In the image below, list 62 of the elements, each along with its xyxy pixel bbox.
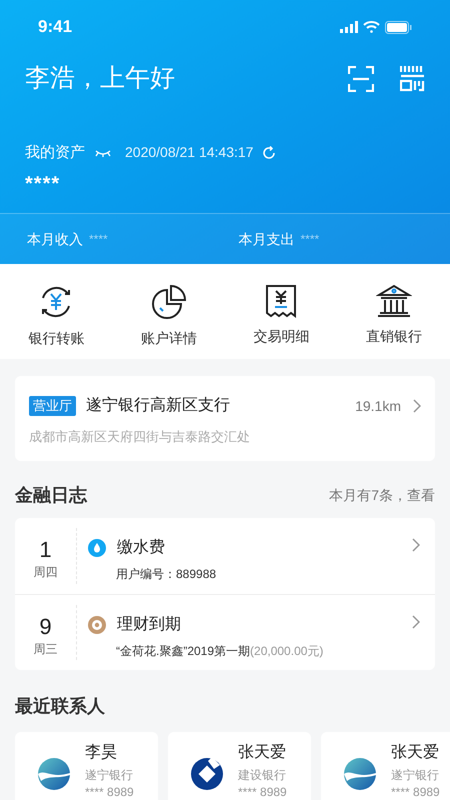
contact-card[interactable]: 李昊 遂宁银行 **** 8989 — [15, 732, 158, 800]
water-drop-icon — [88, 539, 106, 557]
contact-account: **** 8989 — [238, 784, 287, 800]
entry-detail: 用户编号：889988 — [116, 566, 216, 583]
chevron-right-icon — [412, 538, 420, 552]
battery-icon — [385, 20, 412, 34]
entry-day: 9 — [39, 614, 52, 640]
section-title: 金融日志 — [15, 484, 87, 506]
entry-title: 缴水费 — [117, 538, 165, 558]
branch-card[interactable]: 营业厅 遂宁银行高新区支行 19.1km 成都市高新区天府四街与吉泰路交汇处 — [15, 376, 435, 461]
branch-name: 遂宁银行高新区支行 — [86, 396, 230, 416]
closed-eye-icon[interactable] — [95, 148, 111, 158]
receipt-icon — [265, 284, 298, 318]
summary-value: **** — [300, 231, 320, 248]
entry-title: 理财到期 — [117, 614, 181, 635]
contact-name: 张天爱 — [391, 742, 440, 763]
contact-card[interactable]: 张天爱 遂宁银行 **** 8989 — [321, 732, 450, 800]
scan-icon[interactable] — [348, 66, 374, 92]
barcode-icon[interactable] — [400, 65, 425, 92]
greeting-title: 李浩，上午好 — [25, 63, 175, 94]
quick-action-button[interactable]: 交易明细 — [225, 264, 338, 359]
quick-action-button[interactable]: 银行转账 — [0, 264, 112, 359]
refresh-icon[interactable] — [262, 146, 276, 160]
signal-icon — [340, 21, 358, 33]
chevron-right-icon — [412, 615, 420, 629]
update-timestamp: 2020/08/21 14:43:17 — [125, 143, 254, 162]
contact-bank: 遂宁银行 — [85, 767, 134, 784]
branch-distance: 19.1km — [355, 396, 401, 416]
contact-card[interactable]: 张天爱 建设银行 **** 8989 — [168, 732, 311, 800]
contact-account: **** 8989 — [85, 784, 134, 800]
journal-entry[interactable]: 1 周四 缴水费 用户编号：889988 — [15, 518, 435, 594]
contact-account: **** 8989 — [391, 784, 440, 800]
bank-logo-icon — [190, 757, 224, 791]
branch-address: 成都市高新区天府四街与吉泰路交汇处 — [29, 428, 251, 446]
contact-name: 张天爱 — [238, 742, 287, 763]
journal-view-link[interactable]: 本月有7条，查看 — [329, 484, 435, 506]
journal-entry[interactable]: 9 周三 理财到期 “金荷花.聚鑫”2019第一期(20,000.00元) — [15, 594, 435, 670]
bank-building-icon — [376, 284, 412, 318]
summary-label: 本月收入 — [27, 230, 83, 248]
bank-logo-icon — [37, 757, 71, 791]
entry-weekday: 周四 — [34, 564, 58, 581]
section-title: 最近联系人 — [14, 695, 106, 718]
contact-name: 李昊 — [85, 742, 118, 763]
entry-day: 1 — [39, 537, 52, 563]
quick-action-button[interactable]: 账户详情 — [112, 264, 225, 359]
chevron-right-icon — [413, 399, 421, 413]
entry-detail: “金荷花.聚鑫”2019第一期 — [116, 643, 250, 660]
entry-amount: (20,000.00元) — [250, 643, 324, 660]
contact-bank: 建设银行 — [238, 767, 287, 784]
contact-bank: 遂宁银行 — [391, 767, 440, 784]
entry-weekday: 周三 — [34, 641, 58, 658]
branch-tag: 营业厅 — [29, 396, 76, 416]
summary-label: 本月支出 — [238, 230, 294, 248]
summary-value: **** — [89, 231, 108, 248]
wifi-icon — [363, 21, 380, 33]
pie-chart-icon — [150, 284, 187, 320]
bank-logo-icon — [343, 757, 377, 791]
quick-action-button[interactable]: 直销银行 — [338, 264, 450, 359]
assets-value: **** — [24, 172, 62, 196]
status-time: 9:41 — [38, 16, 72, 38]
assets-label: 我的资产 — [25, 142, 85, 162]
coin-icon — [88, 616, 106, 634]
